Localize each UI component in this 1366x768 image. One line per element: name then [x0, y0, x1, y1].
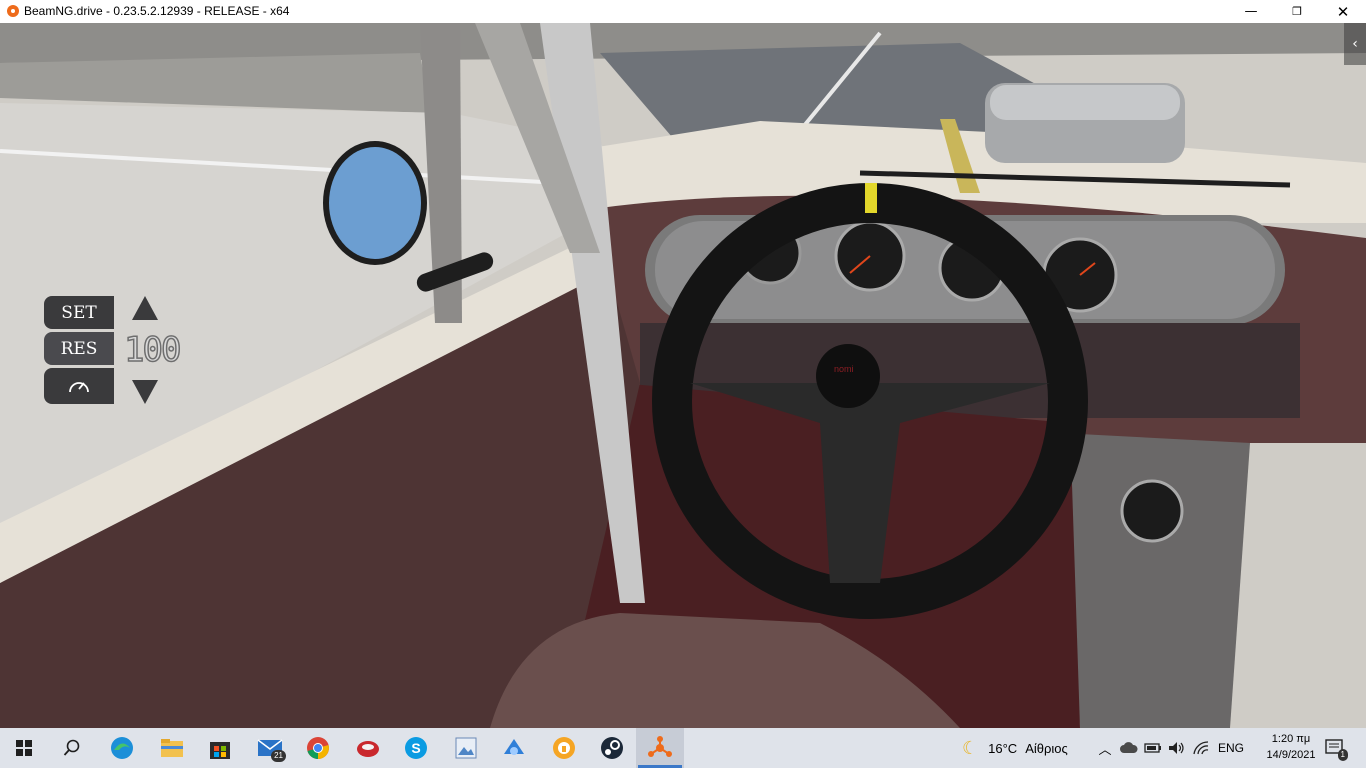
taskbar-blue-app[interactable] [490, 728, 538, 768]
close-icon: ✕ [1336, 2, 1350, 21]
window-title: BeamNG.drive - 0.23.5.2.12939 - RELEASE … [24, 4, 290, 18]
start-button[interactable] [0, 728, 48, 768]
clock[interactable]: 1:20 πμ 14/9/2021 [1262, 731, 1320, 763]
battery-icon [1144, 743, 1161, 753]
taskbar-photos[interactable] [442, 728, 490, 768]
game-viewport[interactable]: nomi SET RES 100 ‹ [0, 23, 1366, 728]
skype-icon: S [405, 737, 427, 759]
notifications-button[interactable]: 1 [1320, 728, 1350, 768]
beamng-app-icon [7, 5, 19, 17]
volume-tray[interactable] [1166, 728, 1188, 768]
search-icon [63, 739, 80, 756]
taskbar: 21 S ☾ 16°C Αίθριος ︿ ENG 1:20 πμ 14/9/2… [0, 728, 1366, 768]
taskbar-file-explorer[interactable] [148, 728, 196, 768]
taskbar-mail[interactable]: 21 [246, 728, 294, 768]
chrome-icon [307, 737, 329, 759]
restore-icon: ❐ [1292, 5, 1302, 18]
taskbar-edge[interactable] [98, 728, 146, 768]
svg-text:S: S [411, 740, 420, 756]
taskbar-orange-app[interactable] [540, 728, 588, 768]
close-button[interactable]: ✕ [1320, 0, 1366, 23]
taskbar-red-app[interactable] [344, 728, 392, 768]
steam-icon [601, 737, 623, 759]
speedometer-icon [69, 382, 89, 393]
network-tray[interactable] [1190, 728, 1212, 768]
search-button[interactable] [48, 728, 96, 768]
arrow-down-icon[interactable] [132, 380, 158, 404]
wifi-icon [1193, 741, 1209, 755]
minimize-icon: — [1244, 4, 1258, 19]
store-icon [210, 742, 230, 759]
orange-app-icon [553, 737, 575, 759]
chevron-left-icon: ‹ [1352, 36, 1358, 52]
cruise-gauge-button[interactable] [44, 368, 114, 404]
folder-icon [161, 739, 183, 757]
taskbar-store[interactable] [196, 728, 244, 768]
language-label: ENG [1217, 741, 1244, 755]
taskbar-skype[interactable]: S [392, 728, 440, 768]
cruise-control-widget: SET RES 100 [44, 296, 184, 408]
language-indicator[interactable]: ENG [1214, 728, 1248, 768]
battery-tray[interactable] [1142, 728, 1164, 768]
arrow-up-icon[interactable] [132, 296, 158, 320]
cruise-res-button[interactable]: RES [44, 332, 114, 365]
clock-time: 1:20 πμ [1271, 733, 1311, 745]
moon-icon: ☾ [962, 737, 979, 759]
edge-icon [111, 737, 133, 759]
red-app-icon [357, 741, 379, 757]
weather-widget[interactable]: ☾ 16°C Αίθριος [962, 728, 1092, 768]
windows-start-icon [16, 740, 32, 756]
photos-icon [455, 737, 477, 759]
weather-condition: Αίθριος [1025, 740, 1068, 756]
tray-overflow-button[interactable]: ︿ [1096, 728, 1114, 768]
cruise-set-button[interactable]: SET [44, 296, 114, 329]
cloud-icon [1120, 742, 1138, 753]
beamng-icon [648, 736, 672, 757]
weather-temp: 16°C [988, 740, 1018, 756]
title-bar: BeamNG.drive - 0.23.5.2.12939 - RELEASE … [0, 0, 1366, 23]
collapse-panel-button[interactable]: ‹ [1344, 23, 1366, 65]
cruise-speed-display: 100 [123, 329, 182, 371]
taskbar-steam[interactable] [588, 728, 636, 768]
chevron-up-icon: ︿ [1098, 742, 1112, 758]
maximize-button[interactable]: ❐ [1274, 0, 1320, 23]
minimize-button[interactable]: — [1228, 0, 1274, 23]
car-interior-scene [0, 23, 1366, 728]
steering-wheel-logo: nomi [834, 364, 854, 374]
taskbar-beamng[interactable] [636, 728, 684, 768]
clock-date: 14/9/2021 [1266, 749, 1316, 761]
mail-badge: 21 [271, 750, 286, 762]
blue-app-icon [504, 739, 524, 755]
notification-count: 1 [1337, 749, 1348, 761]
onedrive-tray[interactable] [1118, 728, 1140, 768]
taskbar-chrome[interactable] [294, 728, 342, 768]
volume-icon [1169, 742, 1184, 754]
